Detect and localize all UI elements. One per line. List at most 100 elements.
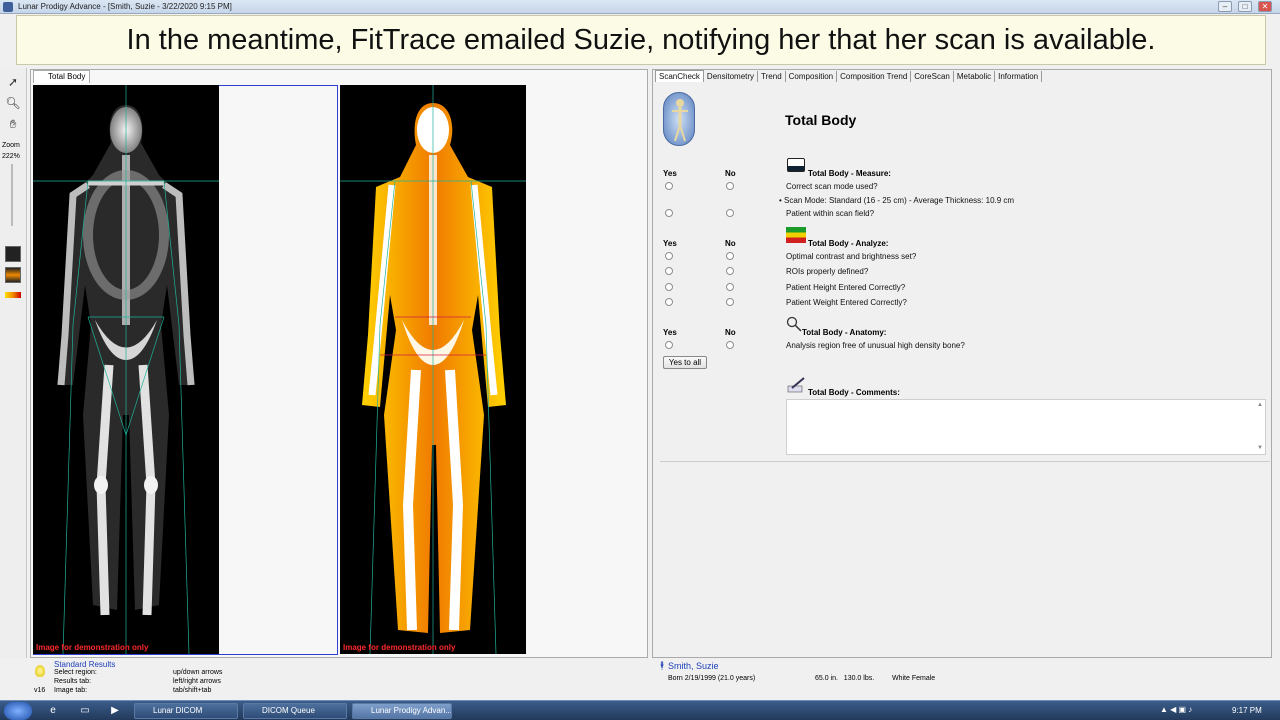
measure-q2-label: Patient within scan field?: [786, 209, 875, 218]
media-icon[interactable]: ▶: [108, 704, 122, 718]
hand-icon[interactable]: ✋︎: [5, 116, 21, 132]
version-label: v16: [34, 687, 46, 694]
no-column-header-analyze: No: [725, 239, 736, 248]
tray-icons[interactable]: ▲ ◀ ▣ ♪: [1160, 705, 1192, 714]
hint-value-3: tab/shift+tab: [173, 687, 212, 694]
scancheck-title: Total Body: [785, 112, 857, 128]
zoom-value: 222%: [2, 153, 20, 160]
color-bar-icon[interactable]: [5, 292, 21, 298]
measure-q1-label: Correct scan mode used?: [786, 182, 878, 191]
skeleton-scan-image: Image for demonstration only: [33, 85, 219, 654]
no-column-header: No: [725, 169, 736, 178]
analyze-q3-yes-radio[interactable]: [665, 283, 673, 291]
pointer-icon[interactable]: ➚: [5, 74, 21, 90]
comments-scroll-down-icon[interactable]: ▼: [1257, 445, 1263, 451]
anatomy-magnifier-icon: [786, 316, 802, 332]
patient-height-weight: 65.0 in. 130.0 lbs.: [815, 675, 875, 682]
analyze-q3-no-radio[interactable]: [726, 283, 734, 291]
hint-value-1: up/down arrows: [173, 669, 223, 676]
tab-information[interactable]: Information: [995, 71, 1043, 82]
analyze-section-title: Total Body - Analyze:: [808, 239, 889, 248]
measure-q2-no-radio[interactable]: [726, 209, 734, 217]
anatomy-q1-label: Analysis region free of unusual high den…: [786, 341, 965, 350]
comments-scroll-up-icon[interactable]: ▲: [1257, 402, 1263, 408]
measure-q1-no-radio[interactable]: [726, 182, 734, 190]
window-title: Lunar Prodigy Advance - [Smith, Suzie - …: [18, 2, 232, 11]
tab-total-body-image[interactable]: Total Body: [33, 70, 91, 83]
window-titlebar: Lunar Prodigy Advance - [Smith, Suzie - …: [0, 0, 1280, 14]
ie-icon[interactable]: e: [46, 704, 60, 718]
yes-column-header: Yes: [663, 169, 677, 178]
close-button[interactable]: ✕: [1258, 1, 1272, 12]
left-toolbar: ➚ 🔍︎ ✋︎ Zoom 222%: [0, 68, 27, 658]
maximize-button[interactable]: □: [1238, 1, 1252, 12]
clock[interactable]: 9:17 PM: [1232, 706, 1262, 715]
analyze-q4-no-radio[interactable]: [726, 298, 734, 306]
hint-label-1: Select region:: [54, 669, 97, 676]
folder-icon[interactable]: ▭: [78, 704, 92, 718]
comments-textarea[interactable]: [786, 399, 1266, 455]
taskbar: e ▭ ▶ Lunar DICOM DICOM Queue Lunar Prod…: [0, 700, 1280, 720]
hint-value-2: left/right arrows: [173, 678, 221, 685]
yes-column-header-analyze: Yes: [663, 239, 677, 248]
patient-name: Smith, Suzie: [668, 661, 719, 671]
analyze-q4-yes-radio[interactable]: [665, 298, 673, 306]
analyze-q1-label: Optimal contrast and brightness set?: [786, 252, 917, 261]
tab-densitometry[interactable]: Densitometry: [704, 71, 759, 82]
watermark-left: Image for demonstration only: [36, 643, 149, 652]
app-icon: [3, 2, 13, 12]
taskbar-lunar-dicom[interactable]: Lunar DICOM: [134, 703, 238, 719]
start-button[interactable]: [4, 702, 32, 720]
analyze-q4-label: Patient Weight Entered Correctly?: [786, 298, 907, 307]
analyze-q1-yes-radio[interactable]: [665, 252, 673, 260]
anatomy-q1-yes-radio[interactable]: [665, 341, 673, 349]
patient-icon: 🕴︎: [657, 661, 668, 670]
anatomy-section-title: Total Body - Anatomy:: [802, 328, 887, 337]
taskbar-lunar-prodigy[interactable]: Lunar Prodigy Advan...: [352, 703, 452, 719]
comments-pen-icon: [786, 376, 806, 394]
tab-trend[interactable]: Trend: [758, 71, 786, 82]
yes-column-header-anatomy: Yes: [663, 328, 677, 337]
measure-q2-yes-radio[interactable]: [665, 209, 673, 217]
color-view-icon[interactable]: [5, 267, 21, 283]
minimize-button[interactable]: –: [1218, 1, 1232, 12]
analyze-q2-yes-radio[interactable]: [665, 267, 673, 275]
lightbulb-icon: [35, 665, 45, 677]
measure-q1-yes-radio[interactable]: [665, 182, 673, 190]
tab-composition[interactable]: Composition: [786, 71, 838, 82]
zoom-slider[interactable]: [11, 164, 13, 226]
tab-scancheck[interactable]: ScanCheck: [655, 70, 704, 82]
results-title: Standard Results: [54, 660, 116, 669]
patient-sex: White Female: [892, 675, 936, 682]
anatomy-q1-no-radio[interactable]: [726, 341, 734, 349]
hint-label-2: Results tab:: [54, 678, 91, 685]
hint-label-3: Image tab:: [54, 687, 88, 694]
skeleton-view-icon[interactable]: [5, 246, 21, 262]
yes-to-all-button[interactable]: Yes to all: [663, 356, 707, 369]
total-body-icon: [663, 92, 695, 146]
divider: [660, 461, 1270, 462]
taskbar-dicom-queue[interactable]: DICOM Queue: [243, 703, 347, 719]
status-left: Standard Results v16 Select region: up/d…: [30, 659, 648, 699]
scan-mode-text: Scan Mode: Standard (16 - 25 cm) - Avera…: [784, 196, 1015, 205]
tab-metabolic[interactable]: Metabolic: [954, 71, 996, 82]
scan-mode-info: • Scan Mode: Standard (16 - 25 cm) - Ave…: [779, 196, 1015, 205]
results-panel: [652, 69, 1272, 658]
tab-corescan[interactable]: CoreScan: [911, 71, 954, 82]
zoom-label: Zoom: [2, 142, 20, 149]
magnifier-icon[interactable]: 🔍︎: [5, 95, 21, 111]
caption-overlay: In the meantime, FitTrace emailed Suzie,…: [16, 15, 1266, 65]
patient-born: Born 2/19/1999 (21.0 years): [668, 675, 756, 682]
analyze-icon: [786, 227, 806, 243]
no-column-header-anatomy: No: [725, 328, 736, 337]
comments-section-title: Total Body - Comments:: [808, 388, 900, 397]
tab-composition-trend[interactable]: Composition Trend: [837, 71, 912, 82]
analyze-q1-no-radio[interactable]: [726, 252, 734, 260]
measure-icon: [787, 158, 805, 172]
watermark-right: Image for demonstration only: [343, 643, 456, 652]
skeleton-drawing: [33, 85, 219, 654]
measure-section-title: Total Body - Measure:: [808, 169, 891, 178]
status-right: 🕴︎ Smith, Suzie Born 2/19/1999 (21.0 yea…: [652, 659, 1272, 699]
analyze-q3-label: Patient Height Entered Correctly?: [786, 283, 906, 292]
analyze-q2-no-radio[interactable]: [726, 267, 734, 275]
